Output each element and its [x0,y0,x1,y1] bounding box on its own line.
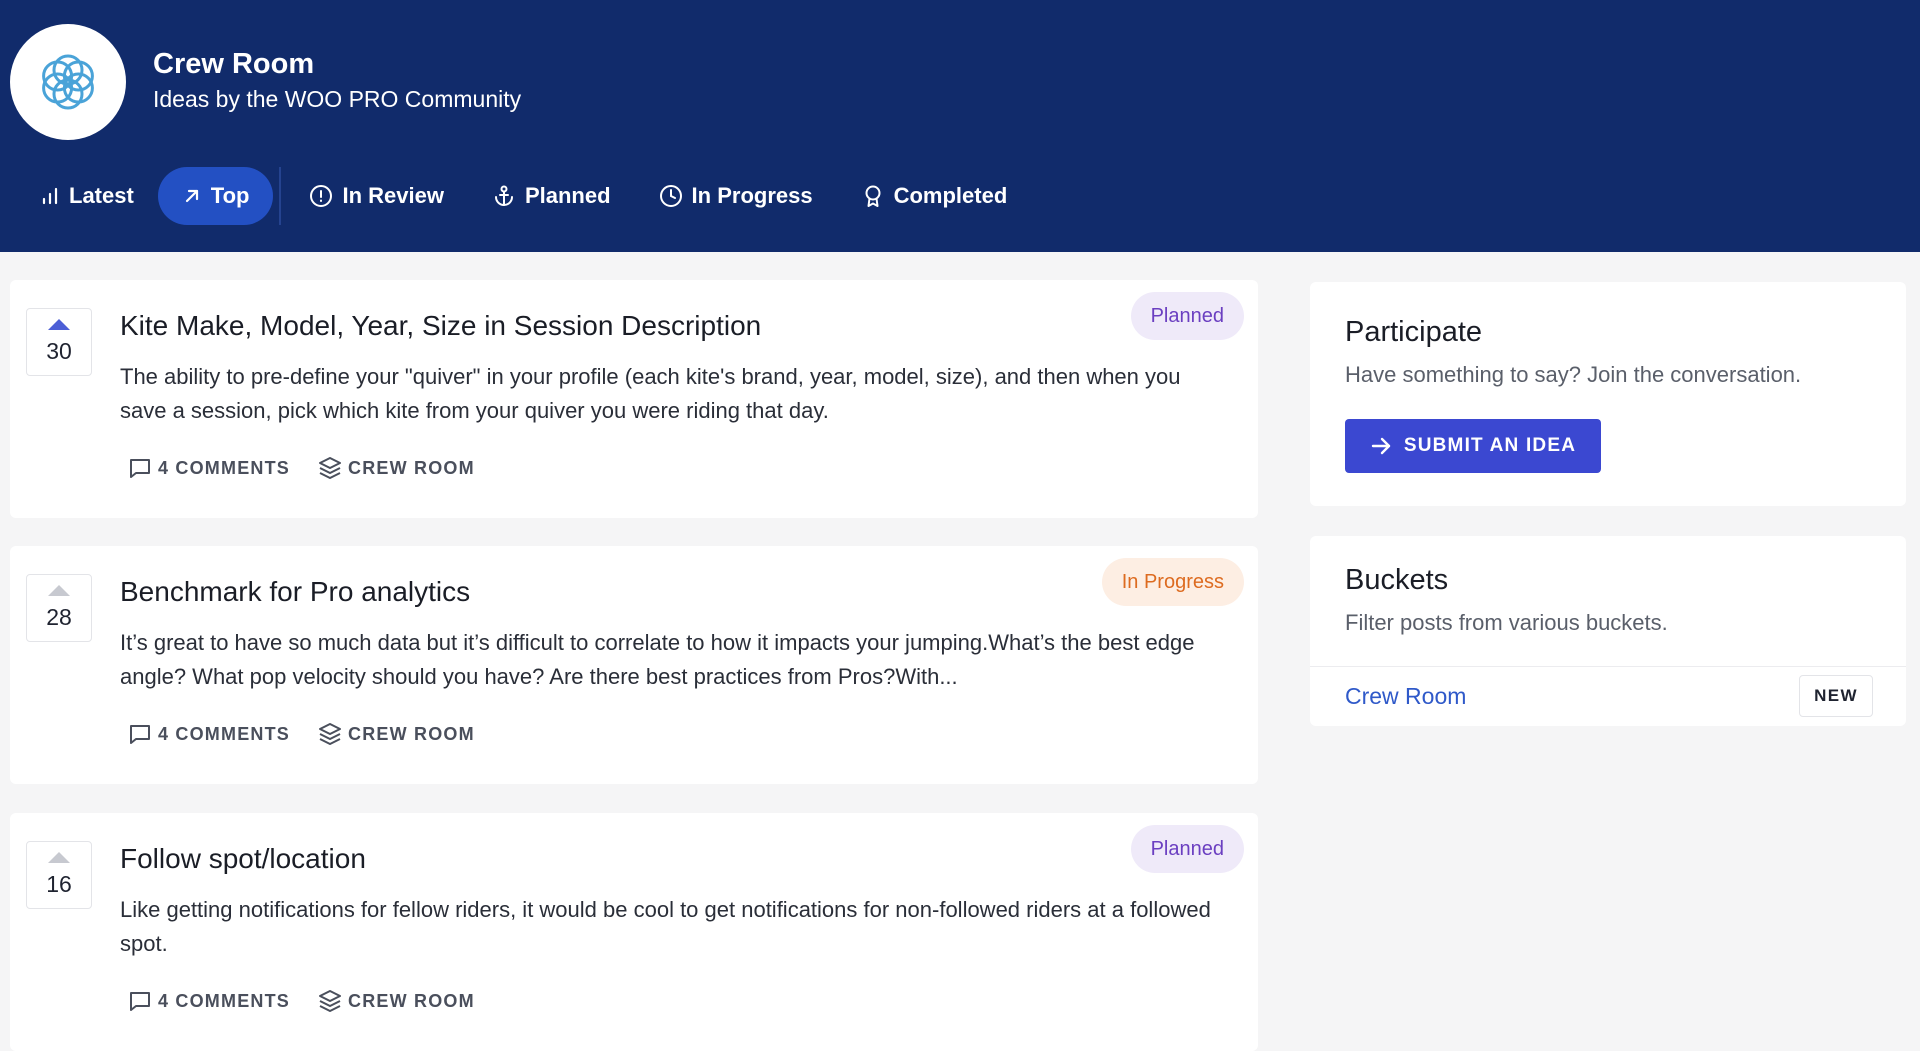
bucket-link-crew-room[interactable]: Crew Room [1345,683,1466,710]
post-description: The ability to pre-define your "quiver" … [120,364,1181,423]
vote-count: 28 [46,604,72,630]
tab-in-progress[interactable]: In Progress [635,167,837,225]
participate-title: Participate [1345,316,1483,348]
logo[interactable] [10,24,126,140]
post-card[interactable]: 28 Benchmark for Pro analytics In Progre… [10,546,1258,784]
anchor-icon [494,185,513,206]
header: Crew Room Ideas by the WOO PRO Community… [0,0,1920,252]
buckets-title: Buckets [1345,564,1449,596]
bucket-name: CREW ROOM [348,723,475,744]
award-icon [865,185,881,207]
participate-card: Participate Have something to say? Join … [1310,282,1906,506]
submit-idea-button[interactable]: SUBMIT AN IDEA [1345,419,1601,473]
post-meta: 4 COMMENTS CREW ROOM [128,456,475,480]
filter-nav: Latest Top In Review Planned In Progress… [16,167,1031,225]
tab-in-review[interactable]: In Review [285,167,467,225]
tab-label: Completed [893,183,1008,208]
tab-label: Latest [69,183,134,208]
upvote-button[interactable]: 30 [26,308,92,376]
tab-completed[interactable]: Completed [837,167,1032,225]
post-meta: 4 COMMENTS CREW ROOM [128,989,475,1013]
layers-icon [319,457,342,479]
tab-label: In Review [342,183,444,208]
bucket-link[interactable]: CREW ROOM [318,722,475,746]
post-description: Like getting notifications for fellow ri… [120,897,1211,956]
tab-label: Planned [524,183,611,208]
arrow-right-icon [1371,437,1391,455]
post-card[interactable]: 16 Follow spot/location Planned Like get… [10,813,1258,1051]
layers-icon [319,723,342,745]
post-title[interactable]: Follow spot/location [120,843,366,875]
comment-icon [130,725,150,744]
tab-label: Top [210,183,250,208]
tab-top[interactable]: Top [157,167,274,225]
clock-icon [659,185,682,207]
post-meta: 4 COMMENTS CREW ROOM [128,722,475,746]
buckets-subtitle: Filter posts from various buckets. [1345,610,1668,635]
comments-count: 4 COMMENTS [158,723,291,744]
comment-icon [130,992,150,1011]
bar-chart-icon [42,187,58,205]
comments-link[interactable]: 4 COMMENTS [128,722,290,746]
comments-count: 4 COMMENTS [158,990,291,1011]
upvote-arrow-icon [48,319,70,330]
post-title[interactable]: Kite Make, Model, Year, Size in Session … [120,310,761,342]
bucket-name: CREW ROOM [348,990,475,1011]
status-badge: In Progress [1101,558,1244,606]
submit-idea-label: SUBMIT AN IDEA [1403,435,1577,456]
tab-label: In Progress [691,183,813,208]
flower-of-life-icon [42,54,94,110]
upvote-button[interactable]: 16 [26,841,92,909]
bucket-link[interactable]: CREW ROOM [318,989,475,1013]
post-card[interactable]: 30 Kite Make, Model, Year, Size in Sessi… [10,280,1258,518]
arrow-up-right-icon [185,189,198,203]
buckets-card: Buckets Filter posts from various bucket… [1310,536,1906,726]
new-badge: NEW [1799,675,1873,717]
nav-divider [279,167,282,225]
alert-circle-icon [310,185,333,207]
status-badge: Planned [1130,825,1244,873]
brand-subtitle: Ideas by the WOO PRO Community [153,86,522,112]
upvote-arrow-icon [48,852,70,863]
comments-count: 4 COMMENTS [158,457,291,478]
upvote-arrow-icon [48,585,70,596]
comments-link[interactable]: 4 COMMENTS [128,989,290,1013]
status-badge: Planned [1130,292,1244,340]
post-title[interactable]: Benchmark for Pro analytics [120,576,470,608]
post-description: It’s great to have so much data but it’s… [120,630,1195,689]
bucket-link[interactable]: CREW ROOM [318,456,475,480]
brand-title: Crew Room [153,48,315,80]
tab-planned[interactable]: Planned [468,167,635,225]
comments-link[interactable]: 4 COMMENTS [128,456,290,480]
tab-latest[interactable]: Latest [16,167,158,225]
bucket-item[interactable]: Crew Room NEW [1310,666,1906,726]
upvote-button[interactable]: 28 [26,574,92,642]
bucket-name: CREW ROOM [348,457,475,478]
comment-icon [130,459,150,478]
vote-count: 30 [46,338,72,364]
vote-count: 16 [46,871,72,897]
participate-subtitle: Have something to say? Join the conversa… [1345,362,1802,387]
layers-icon [319,990,342,1012]
